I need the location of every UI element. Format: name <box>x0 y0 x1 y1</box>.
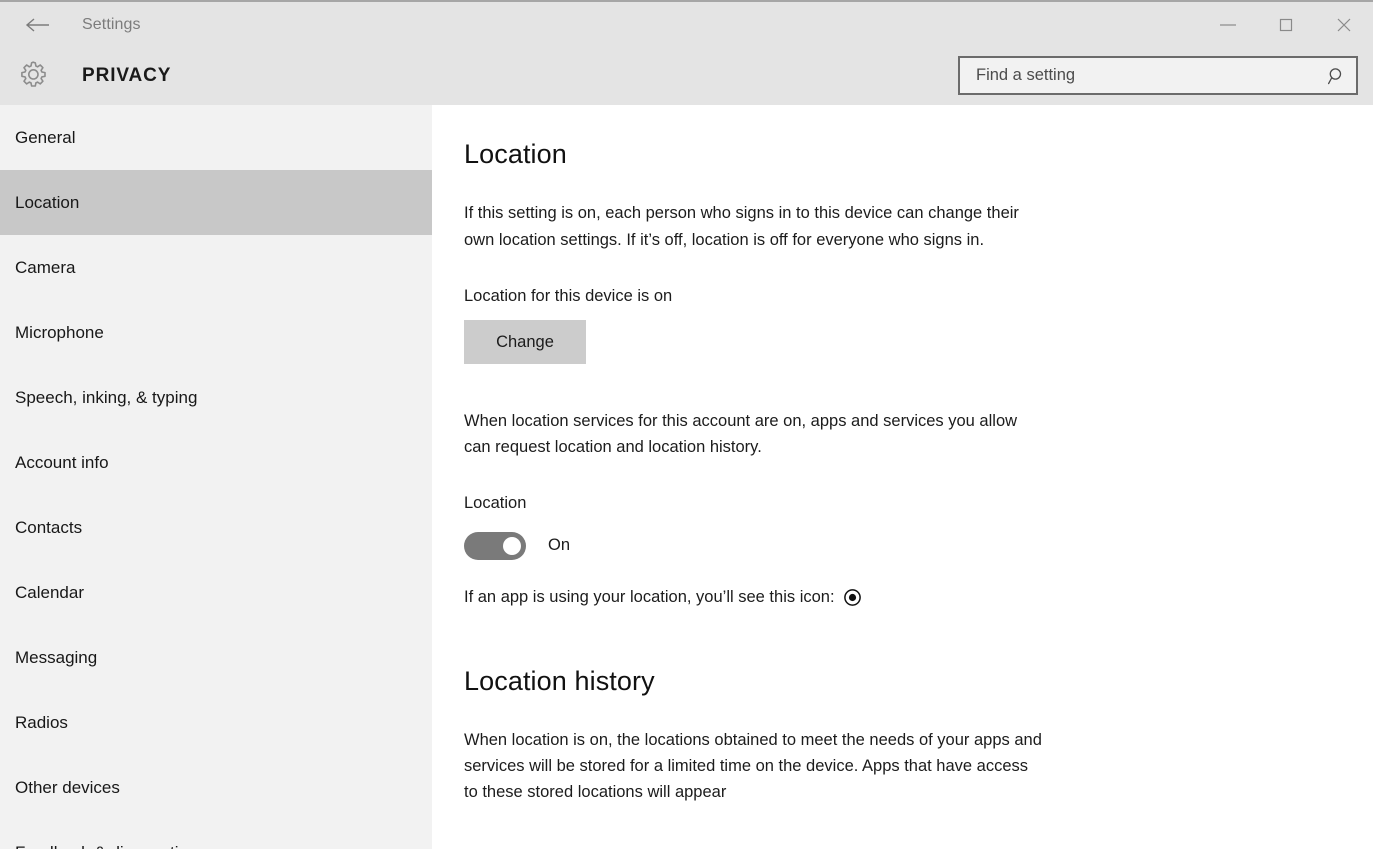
sidebar-navigation: General Location Camera Microphone Speec… <box>0 105 432 849</box>
sidebar-item-label: Microphone <box>15 322 104 342</box>
location-toggle-label: Location <box>464 494 527 513</box>
location-history-description: When location is on, the locations obtai… <box>464 731 1042 802</box>
title-bar: Settings <box>0 2 1373 47</box>
page-title: PRIVACY <box>82 65 172 86</box>
search-icon[interactable] <box>1318 58 1356 93</box>
device-location-status: Location for this device is on <box>464 286 673 305</box>
location-services-description: When location services for this account … <box>464 412 1018 457</box>
location-indicator-icon <box>843 588 862 607</box>
search-input[interactable] <box>960 58 1318 93</box>
sidebar-item-other-devices[interactable]: Other devices <box>0 755 432 820</box>
minimize-button[interactable] <box>1199 2 1257 47</box>
location-toggle-state: On <box>548 536 571 555</box>
location-icon-note-row: If an app is using your location, you’ll… <box>464 588 1052 607</box>
minimize-icon <box>1217 19 1239 31</box>
sidebar-item-location[interactable]: Location <box>0 170 432 235</box>
sidebar-item-label: Speech, inking, & typing <box>15 387 198 407</box>
toggle-knob <box>503 536 521 555</box>
location-section-heading: Location <box>464 139 567 169</box>
sidebar-item-radios[interactable]: Radios <box>0 690 432 755</box>
sidebar-item-general[interactable]: General <box>0 105 432 170</box>
sidebar-item-label: Account info <box>15 452 109 472</box>
main-content: Location If this setting is on, each per… <box>432 105 1373 849</box>
window-controls <box>1199 2 1373 47</box>
location-history-heading: Location history <box>464 665 655 696</box>
gear-icon <box>15 56 51 92</box>
change-button[interactable]: Change <box>464 320 586 364</box>
sidebar-item-messaging[interactable]: Messaging <box>0 625 432 690</box>
maximize-button[interactable] <box>1257 2 1315 47</box>
sidebar-item-speech-inking-typing[interactable]: Speech, inking, & typing <box>0 365 432 430</box>
sidebar-item-label: Feedback & diagnostics <box>15 843 196 849</box>
sidebar-item-feedback-diagnostics[interactable]: Feedback & diagnostics <box>0 820 432 849</box>
sidebar-item-contacts[interactable]: Contacts <box>0 495 432 560</box>
sidebar-item-label: Contacts <box>15 517 83 537</box>
search-box[interactable] <box>958 56 1358 95</box>
sidebar-item-label: Messaging <box>15 647 98 667</box>
maximize-icon <box>1275 14 1297 36</box>
location-description: If this setting is on, each person who s… <box>464 204 1019 249</box>
sidebar-item-label: Calendar <box>15 582 84 602</box>
sidebar-item-account-info[interactable]: Account info <box>0 430 432 495</box>
location-icon-note: If an app is using your location, you’ll… <box>464 587 835 606</box>
close-button[interactable] <box>1315 2 1373 47</box>
sidebar-item-label: Radios <box>15 712 68 732</box>
location-toggle-row: On <box>464 531 1052 560</box>
sidebar-item-label: Location <box>15 192 80 212</box>
sidebar-item-microphone[interactable]: Microphone <box>0 300 432 365</box>
header-band: PRIVACY <box>0 47 1373 105</box>
sidebar-item-calendar[interactable]: Calendar <box>0 560 432 625</box>
sidebar-item-label: Camera <box>15 257 76 277</box>
sidebar-item-camera[interactable]: Camera <box>0 235 432 300</box>
back-button[interactable] <box>14 9 60 41</box>
sidebar-item-label: Other devices <box>15 777 120 797</box>
close-icon <box>1333 14 1355 36</box>
back-arrow-icon <box>24 16 50 34</box>
location-toggle[interactable] <box>464 531 526 560</box>
settings-window: Settings PRIVACY Find a setting General … <box>0 0 1373 849</box>
sidebar-item-label: General <box>15 127 76 147</box>
window-title: Settings <box>82 15 141 33</box>
